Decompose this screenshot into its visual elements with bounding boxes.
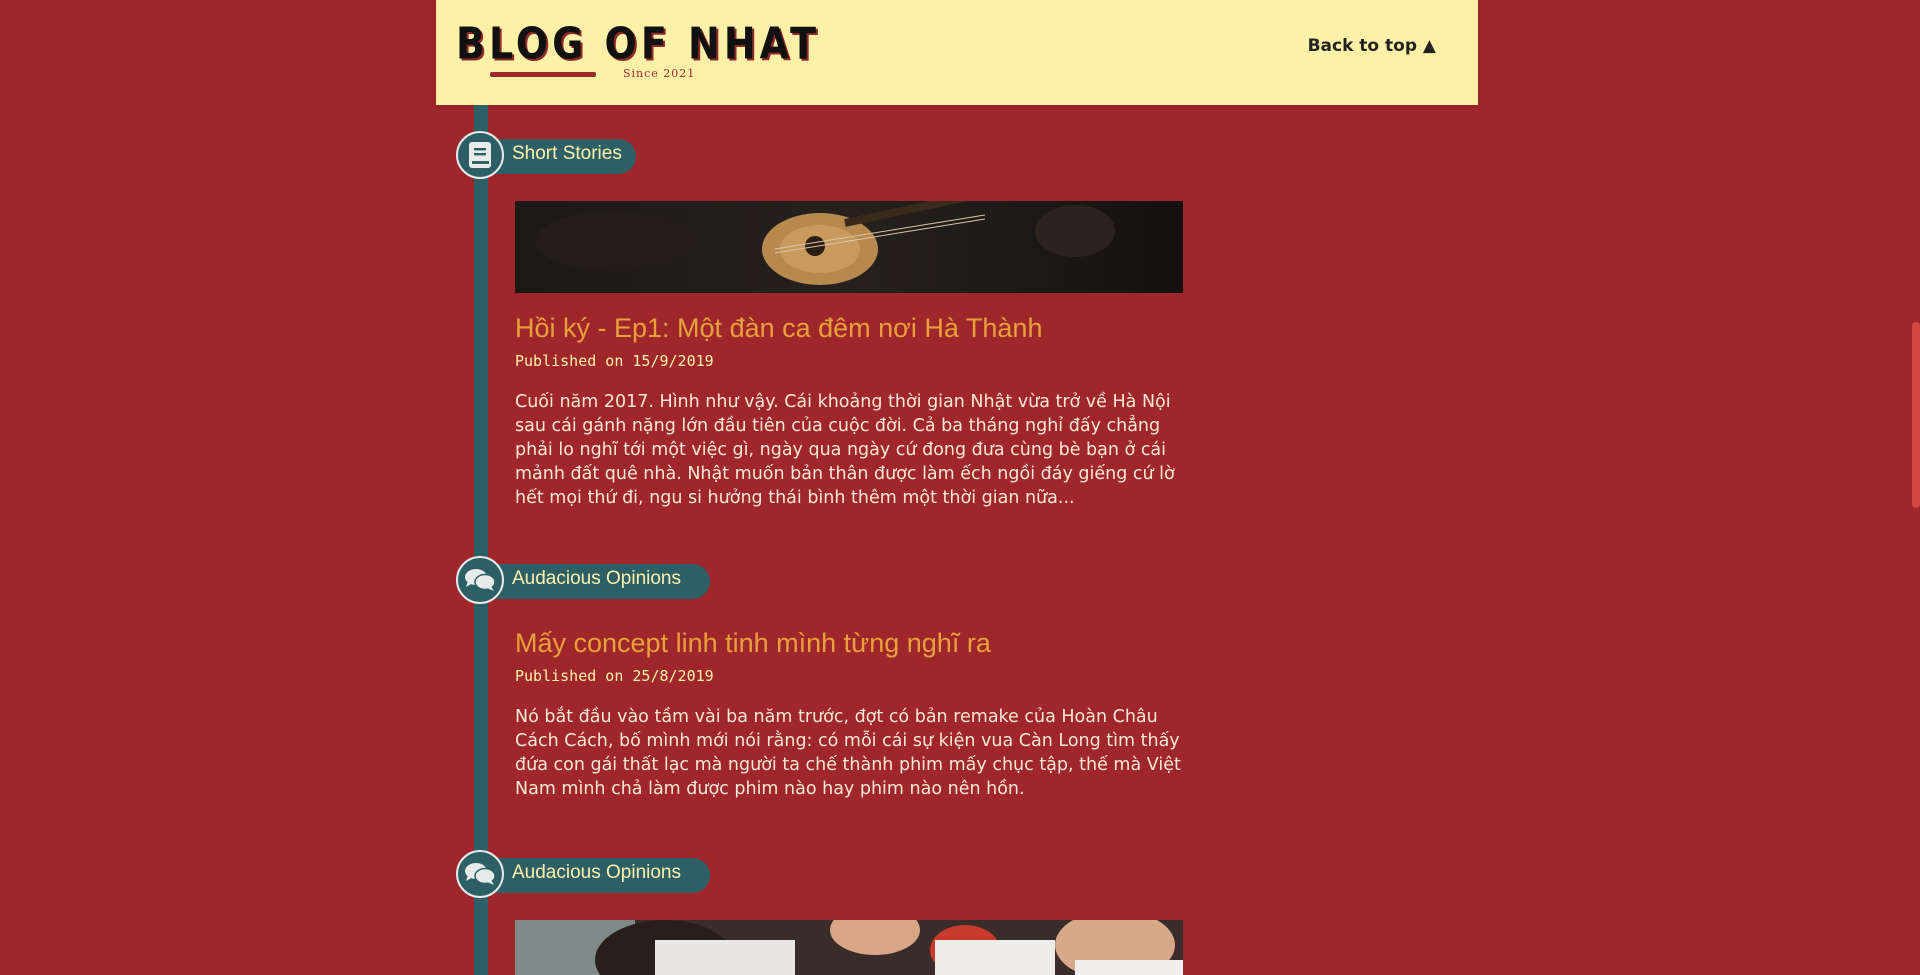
chat-bubbles-icon: [456, 849, 504, 898]
site-header: BLOG OF NHAT Since 2021 Back to top ▲: [436, 0, 1478, 105]
logo-tagline: Since 2021: [623, 67, 696, 80]
back-to-top-link[interactable]: Back to top ▲: [1308, 36, 1436, 56]
post-thumbnail-guitar[interactable]: [515, 201, 1183, 293]
logo-underline: [490, 72, 596, 77]
category-badge: Audacious Opinions: [456, 849, 710, 898]
post-date: Published on 15/9/2019: [515, 352, 714, 370]
scrollbar-track[interactable]: [1912, 0, 1920, 975]
site-logo[interactable]: BLOG OF NHAT Since 2021: [456, 18, 820, 80]
post-card: Hồi ký - Ep1: Một đàn ca đêm nơi Hà Thàn…: [515, 201, 1195, 510]
post-thumbnail-people[interactable]: [515, 920, 1183, 975]
book-icon: [456, 130, 504, 179]
timeline-line: [474, 105, 488, 975]
category-badge: Short Stories: [456, 130, 636, 179]
post-title[interactable]: Mấy concept linh tinh mình từng nghĩ ra: [515, 628, 1195, 659]
post-excerpt: Nó bắt đầu vào tầm vài ba năm trước, đợt…: [515, 707, 1181, 799]
category-label[interactable]: Audacious Opinions: [512, 862, 681, 884]
chat-bubbles-icon: [456, 555, 504, 604]
logo-text: BLOG OF NHAT: [456, 18, 821, 69]
post-title[interactable]: Hồi ký - Ep1: Một đàn ca đêm nơi Hà Thàn…: [515, 313, 1195, 344]
scrollbar-thumb[interactable]: [1912, 322, 1920, 508]
category-label[interactable]: Short Stories: [512, 143, 622, 165]
category-label[interactable]: Audacious Opinions: [512, 568, 681, 590]
post-card: [515, 920, 1195, 975]
post-excerpt: Cuối năm 2017. Hình như vậy. Cái khoảng …: [515, 392, 1175, 508]
category-badge: Audacious Opinions: [456, 555, 710, 604]
post-date: Published on 25/8/2019: [515, 667, 714, 685]
post-card: Mấy concept linh tinh mình từng nghĩ ra …: [515, 628, 1195, 801]
